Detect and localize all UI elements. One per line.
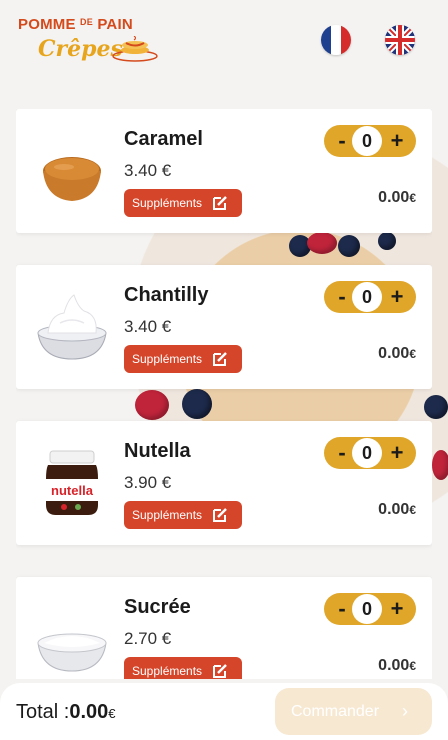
order-button[interactable]: Commander › [275, 688, 432, 735]
quantity-value: 0 [352, 438, 382, 468]
brand-line1-a: POMME [18, 16, 76, 33]
product-card: Sucrée 2.70 € Suppléments - 0 + 0.00€ [16, 577, 432, 679]
total-display: Total :0.00€ [16, 701, 116, 724]
brand-logo: POMME DE PAIN Crêpes [16, 10, 162, 70]
total-value: 0.00 [69, 701, 109, 723]
quantity-stepper: - 0 + [324, 437, 416, 469]
svg-text:nutella: nutella [51, 483, 94, 498]
total-label: Total : [16, 701, 70, 723]
edit-icon [213, 196, 227, 210]
line-total-value: 0.00 [378, 501, 410, 518]
france-flag-icon[interactable] [321, 25, 351, 55]
line-total: 0.00€ [378, 501, 416, 519]
edit-icon [213, 508, 227, 522]
quantity-value: 0 [352, 594, 382, 624]
increment-button[interactable]: + [384, 281, 410, 313]
quantity-stepper: - 0 + [324, 593, 416, 625]
supplements-label: Suppléments [132, 664, 203, 678]
line-total: 0.00€ [378, 189, 416, 207]
quantity-stepper: - 0 + [324, 281, 416, 313]
order-footer: Total :0.00€ Commander › [0, 683, 448, 740]
product-card: Chantilly 3.40 € Suppléments - 0 + 0.00€ [16, 265, 432, 389]
line-total-value: 0.00 [378, 189, 410, 206]
supplements-label: Suppléments [132, 352, 203, 366]
line-total-value: 0.00 [378, 657, 410, 674]
supplements-label: Suppléments [132, 508, 203, 522]
line-total: 0.00€ [378, 657, 416, 675]
product-name: Chantilly [124, 284, 209, 306]
quantity-stepper: - 0 + [324, 125, 416, 157]
header: POMME DE PAIN Crêpes [0, 0, 448, 80]
chevron-right-icon: › [402, 701, 408, 721]
uk-flag-icon[interactable] [385, 25, 415, 55]
increment-button[interactable]: + [384, 437, 410, 469]
raspberry-decoration [432, 450, 448, 480]
supplements-button[interactable]: Suppléments [124, 501, 242, 529]
line-total: 0.00€ [378, 345, 416, 363]
brand-line2: Crêpes [38, 36, 123, 62]
edit-icon [213, 664, 227, 678]
supplements-button[interactable]: Suppléments [124, 657, 242, 679]
product-name: Sucrée [124, 596, 191, 618]
product-card: Caramel 3.40 € Suppléments - 0 + 0.00€ [16, 109, 432, 233]
increment-button[interactable]: + [384, 125, 410, 157]
quantity-value: 0 [352, 126, 382, 156]
product-name: Caramel [124, 128, 203, 150]
product-card: nutella Nutella 3.90 € Suppléments - 0 +… [16, 421, 432, 545]
currency-symbol: € [409, 503, 416, 517]
total-currency: € [108, 706, 116, 721]
product-name: Nutella [124, 440, 191, 462]
line-total-value: 0.00 [378, 345, 410, 362]
product-price: 2.70 € [124, 629, 172, 648]
currency-symbol: € [409, 347, 416, 361]
edit-icon [213, 352, 227, 366]
increment-button[interactable]: + [384, 593, 410, 625]
product-price: 3.90 € [124, 473, 172, 492]
brand-line1-b: DE [80, 17, 93, 27]
currency-symbol: € [409, 659, 416, 673]
product-list[interactable]: Caramel 3.40 € Suppléments - 0 + 0.00€ C… [16, 109, 432, 679]
caramel-bowl-icon [43, 157, 101, 201]
sugar-bowl-icon [37, 633, 107, 672]
supplements-button[interactable]: Suppléments [124, 345, 242, 373]
product-price: 3.40 € [124, 161, 172, 180]
order-button-label: Commander [291, 703, 380, 720]
supplements-button[interactable]: Suppléments [124, 189, 242, 217]
nutella-jar-icon: nutella [46, 450, 98, 515]
currency-symbol: € [409, 191, 416, 205]
whipped-cream-bowl-icon [37, 294, 107, 360]
brand-line1-c: PAIN [97, 16, 133, 33]
product-price: 3.40 € [124, 317, 172, 336]
quantity-value: 0 [352, 282, 382, 312]
pancake-stack-icon [112, 36, 158, 62]
supplements-label: Suppléments [132, 196, 203, 210]
